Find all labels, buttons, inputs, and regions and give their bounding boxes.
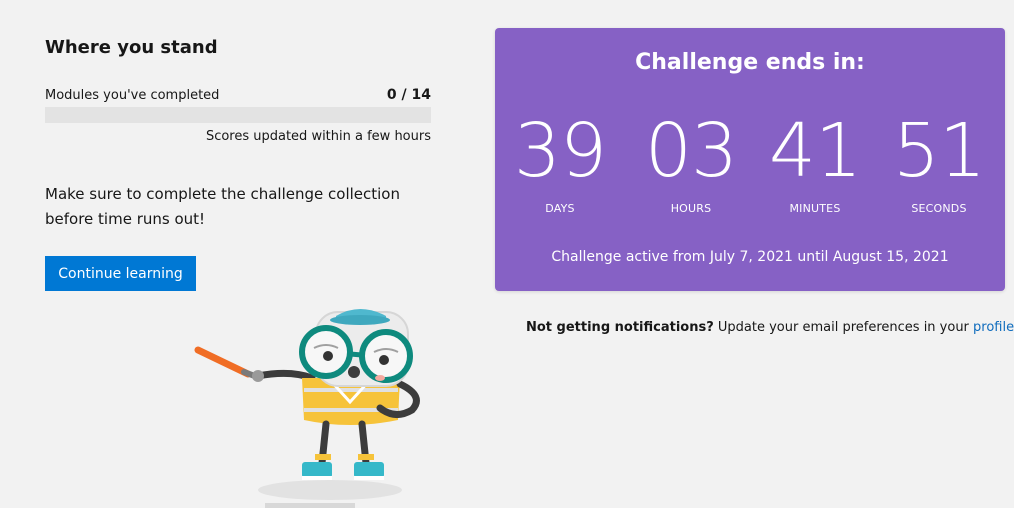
notification-text: Update your email preferences in your <box>713 320 974 335</box>
seconds-value: 51 <box>892 108 986 194</box>
challenge-active-range: Challenge active from July 7, 2021 until… <box>551 249 949 265</box>
modules-count: 0 / 14 <box>386 87 431 103</box>
modules-progress-header: Modules you've completed 0 / 14 <box>45 87 431 107</box>
profile-link[interactable]: profile <box>973 320 1014 335</box>
days-label: DAYS <box>545 202 575 215</box>
notification-question: Not getting notifications? <box>526 320 714 335</box>
completion-reminder: Make sure to complete the challenge coll… <box>45 185 400 228</box>
countdown-title: Challenge ends in: <box>635 50 865 75</box>
scores-update-note: Scores updated within a few hours <box>205 129 431 144</box>
modules-progress-bar <box>45 107 431 123</box>
countdown-seconds: 51 SECONDS <box>889 108 989 215</box>
seconds-label: SECONDS <box>911 202 967 215</box>
mascot-pointer-icon <box>194 309 420 508</box>
continue-learning-button[interactable]: Continue learning <box>45 256 196 291</box>
modules-label: Modules you've completed <box>45 88 220 103</box>
countdown-days: 39 DAYS <box>510 108 610 215</box>
notification-hint: Not getting notifications? Update your e… <box>526 320 1014 335</box>
section-title: Where you stand <box>45 37 218 58</box>
countdown-hours: 03 HOURS <box>641 108 741 215</box>
days-value: 39 <box>513 108 607 194</box>
minutes-value: 41 <box>768 108 862 194</box>
hours-value: 03 <box>644 108 738 194</box>
countdown-minutes: 41 MINUTES <box>765 108 865 215</box>
countdown-card: Challenge ends in: 39 DAYS 03 HOURS 41 M… <box>495 28 1005 291</box>
minutes-label: MINUTES <box>789 202 841 215</box>
hours-label: HOURS <box>670 202 712 215</box>
